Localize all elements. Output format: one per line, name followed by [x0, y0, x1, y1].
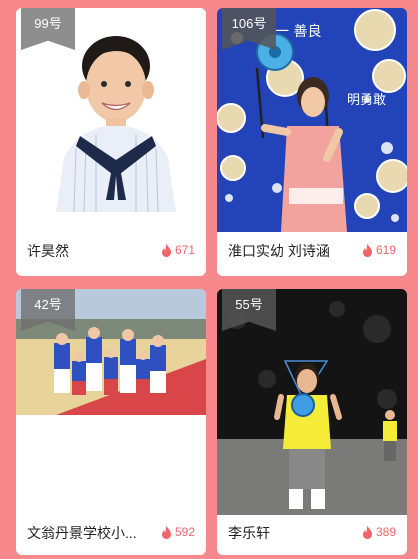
contestant-card-2[interactable]: 一 善良 明勇敢 106号 淮口实幼 刘诗涵 619: [217, 8, 407, 276]
vote-count[interactable]: 619: [362, 243, 396, 257]
contestant-card-4[interactable]: 55号 李乐轩 389: [217, 289, 407, 555]
vote-count-value: 389: [375, 525, 396, 539]
vote-count-value: 671: [174, 243, 195, 257]
vote-count-value: 592: [174, 525, 195, 539]
contestant-name: 许昊然: [27, 243, 69, 259]
contestant-name: 文翁丹景学校小...: [27, 525, 137, 541]
contestant-card-1[interactable]: 99号 许昊然 671: [16, 8, 206, 276]
vote-count[interactable]: 389: [362, 525, 396, 539]
vote-count[interactable]: 671: [161, 243, 195, 257]
contestant-name: 淮口实幼 刘诗涵: [228, 243, 330, 259]
flame-icon: [161, 243, 171, 257]
vote-count[interactable]: 592: [161, 525, 195, 539]
vote-count-value: 619: [375, 243, 396, 257]
contestant-card-3[interactable]: 42号 文翁丹景学校小... 592: [16, 289, 206, 555]
flame-icon: [362, 525, 372, 539]
svg-text:明勇敢: 明勇敢: [347, 93, 386, 108]
flame-icon: [362, 243, 372, 257]
flame-icon: [161, 525, 171, 539]
contestant-name: 李乐轩: [228, 525, 270, 541]
